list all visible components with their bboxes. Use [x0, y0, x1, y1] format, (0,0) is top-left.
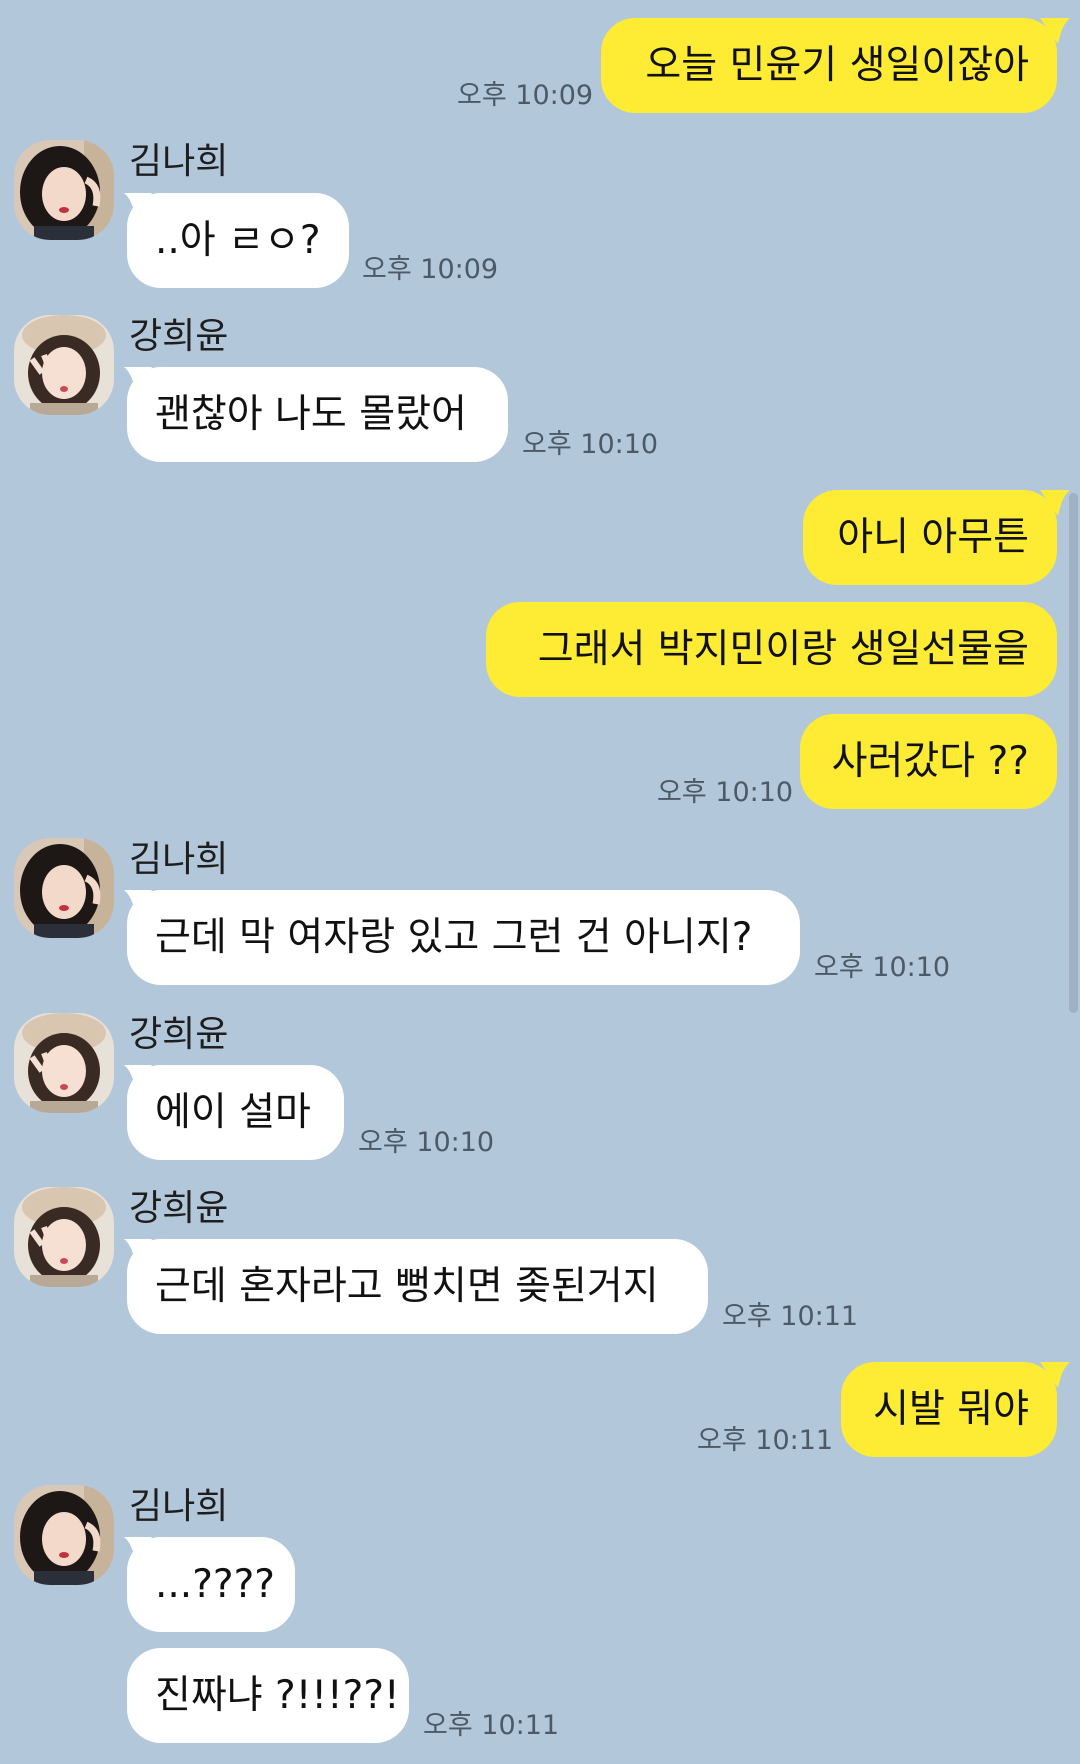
message-timestamp: 오후 10:11: [722, 1301, 859, 1332]
incoming-message-bubble[interactable]: 근데 막 여자랑 있고 그런 건 아니지?: [127, 890, 800, 985]
incoming-message-bubble[interactable]: 에이 설마: [127, 1065, 344, 1160]
sender-name: 김나희: [129, 141, 229, 182]
chat-message-list[interactable]: 오후 10:09 오늘 민윤기 생일이잖아 김나희 ..아 ㄹㅇ? 오후 10:…: [0, 0, 1080, 1764]
sender-name: 강희윤: [129, 1014, 229, 1055]
outgoing-message-bubble[interactable]: 시발 뭐야: [841, 1362, 1057, 1457]
bubble-tail-icon: [1040, 18, 1070, 44]
outgoing-message-bubble[interactable]: 오늘 민윤기 생일이잖아: [601, 18, 1057, 113]
avatar-kang-heeyoon[interactable]: [14, 315, 114, 415]
sender-name: 김나희: [129, 1486, 229, 1527]
sender-name: 강희윤: [129, 316, 229, 357]
avatar-kim-nahee[interactable]: [14, 1485, 114, 1585]
incoming-message-bubble[interactable]: 진짜냐 ?!!!??!: [127, 1648, 409, 1743]
outgoing-message-bubble[interactable]: 사러갔다 ??: [800, 714, 1057, 809]
bubble-tail-icon: [1040, 1362, 1070, 1388]
avatar-kang-heeyoon[interactable]: [14, 1187, 114, 1287]
sender-name: 김나희: [129, 839, 229, 880]
message-timestamp: 오후 10:10: [358, 1127, 495, 1158]
message-timestamp: 오후 10:10: [522, 429, 659, 460]
message-timestamp: 오후 10:09: [362, 254, 499, 285]
message-timestamp: 오후 10:11: [423, 1710, 560, 1741]
outgoing-message-bubble[interactable]: 아니 아무튼: [803, 490, 1057, 585]
outgoing-message-bubble[interactable]: 그래서 박지민이랑 생일선물을: [486, 602, 1057, 697]
avatar-kang-heeyoon[interactable]: [14, 1013, 114, 1113]
incoming-message-bubble[interactable]: ..아 ㄹㅇ?: [127, 193, 349, 288]
incoming-message-bubble[interactable]: ...????: [127, 1537, 295, 1632]
scrollbar[interactable]: [1069, 493, 1078, 1013]
bubble-tail-icon: [1040, 490, 1070, 516]
avatar-kim-nahee[interactable]: [14, 140, 114, 240]
incoming-message-bubble[interactable]: 괜찮아 나도 몰랐어: [127, 367, 508, 462]
sender-name: 강희윤: [129, 1188, 229, 1229]
message-timestamp: 오후 10:11: [697, 1425, 834, 1456]
message-timestamp: 오후 10:10: [814, 952, 951, 983]
message-timestamp: 오후 10:09: [457, 80, 594, 111]
message-timestamp: 오후 10:10: [657, 777, 794, 808]
incoming-message-bubble[interactable]: 근데 혼자라고 뻥치면 좆된거지: [127, 1239, 708, 1334]
avatar-kim-nahee[interactable]: [14, 838, 114, 938]
